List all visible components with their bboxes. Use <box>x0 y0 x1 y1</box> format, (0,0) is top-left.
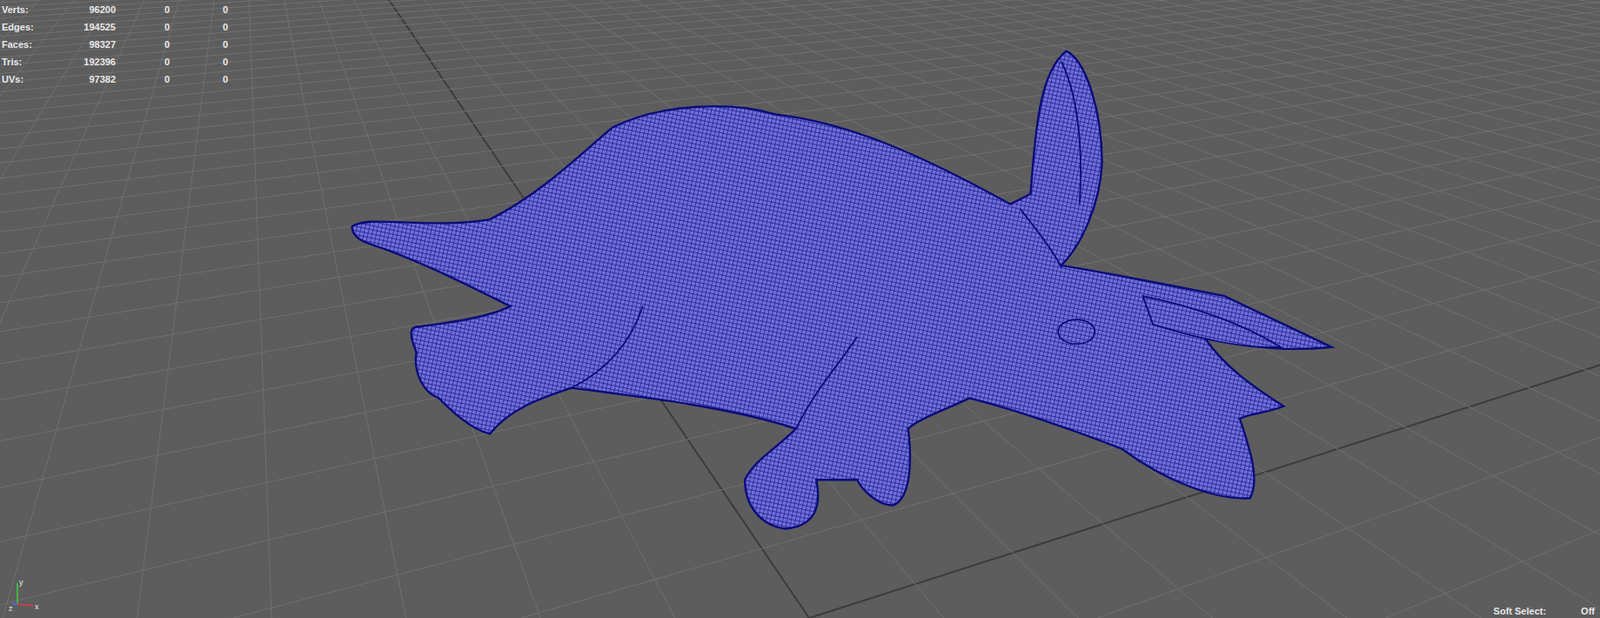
hud-value: 0 <box>115 35 170 54</box>
hud-value: 0 <box>169 53 228 71</box>
hud-value: 192396 <box>52 53 116 71</box>
hud-row: Edges:19452500 <box>1 18 228 36</box>
grid-line <box>0 0 90 618</box>
hud-value: 0 <box>115 0 170 19</box>
viewport[interactable]: Verts:9620000Edges:19452500Faces:9832700… <box>0 0 1600 618</box>
axis-label: z <box>8 603 14 613</box>
hud-value: 0 <box>169 18 228 36</box>
axis-line <box>17 603 34 606</box>
hud-value: 97382 <box>52 70 116 88</box>
triceratops-mesh[interactable] <box>0 0 1600 618</box>
axis-gizmo: y z x <box>6 577 42 613</box>
hud-row: Faces:9832700 <box>1 35 228 54</box>
hud-value: 96200 <box>52 0 116 19</box>
grid-line <box>0 0 1600 618</box>
grid-line <box>0 0 1600 618</box>
hud-value: 98327 <box>52 35 116 54</box>
hud-value: 0 <box>169 70 228 88</box>
grid-line <box>0 0 1197 77</box>
hud-row: Verts:9620000 <box>1 0 228 19</box>
grid-line <box>1120 0 1600 618</box>
soft-select-label: Soft Select: <box>1493 604 1547 617</box>
hud-value: 0 <box>115 18 170 36</box>
grid-line <box>0 0 1600 618</box>
hud-value: 0 <box>115 70 170 88</box>
grid-line <box>0 26 1600 618</box>
grid-line <box>0 0 1600 618</box>
hud-label: Verts: <box>1 0 53 19</box>
hud-row: Tris:19239600 <box>1 53 228 71</box>
grid-line <box>1104 0 1600 618</box>
grid-line <box>0 0 218 618</box>
soft-select-value: Off <box>1580 604 1595 617</box>
axis-line <box>12 602 18 605</box>
grid-line <box>0 0 123 618</box>
grid-line <box>0 40 1600 618</box>
axis-label: x <box>34 602 40 611</box>
grid-line <box>0 0 1588 593</box>
grid-line <box>0 8 1600 618</box>
hud-label: Faces: <box>1 35 53 54</box>
hud-label: Edges: <box>1 18 53 36</box>
grid-line <box>1071 0 1600 618</box>
grid-line <box>1088 0 1600 618</box>
hud-label: UVs: <box>1 70 53 88</box>
grid-line <box>0 0 1211 87</box>
grid-line <box>0 0 1183 67</box>
hud-value: 0 <box>169 0 228 19</box>
heads-up-display: Verts:9620000Edges:19452500Faces:9832700… <box>0 0 228 88</box>
axis-line <box>16 582 19 604</box>
grid-line <box>0 0 1600 618</box>
grid-line <box>0 14 1600 618</box>
hud-value: 0 <box>115 53 170 71</box>
grid-line <box>0 0 1226 97</box>
soft-select-status: Soft Select: Off <box>1493 604 1595 617</box>
grid-line <box>0 0 155 618</box>
axis-icon: y z x <box>6 577 42 613</box>
axis-label: y <box>19 577 24 587</box>
grid-line <box>0 0 57 618</box>
grid-line <box>0 0 1600 618</box>
hud-value: 0 <box>169 35 228 54</box>
grid-line <box>0 47 1600 618</box>
hud-label: Tris: <box>1 53 53 71</box>
grid-line <box>0 33 1600 618</box>
hud-row: UVs:9738200 <box>1 70 228 88</box>
hud-value: 194525 <box>52 18 116 36</box>
